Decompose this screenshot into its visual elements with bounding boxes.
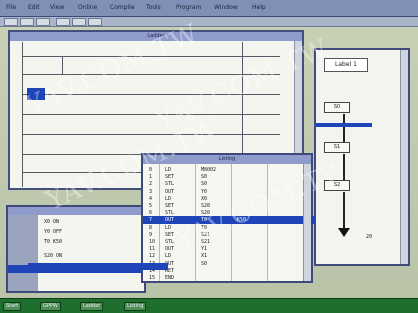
menu-file[interactable]: File (6, 2, 16, 14)
sfc-selection-bar (316, 123, 372, 127)
taskbar: Start GPPW Ladder Listing (0, 298, 418, 313)
monitor-window-title-bar (8, 207, 144, 215)
toolbar-button-copy[interactable] (72, 18, 86, 26)
monitor-window[interactable]: X0 ON Y0 OFF T0 K50 S20 ON (6, 205, 146, 293)
sfc-jump-arrow-icon (338, 228, 350, 237)
toolbar-button-cut[interactable] (56, 18, 70, 26)
sfc-jump-target: 20 (366, 234, 373, 240)
sfc-window[interactable]: Label 1 S0 S1 S2 20 (314, 48, 410, 266)
toolbar-button-open[interactable] (20, 18, 34, 26)
menu-view[interactable]: View (50, 2, 64, 14)
sfc-step-box[interactable]: S0 (324, 102, 350, 113)
sfc-step-box[interactable]: S1 (324, 142, 350, 153)
selection-bar (28, 263, 168, 270)
menu-window[interactable]: Window (214, 2, 238, 14)
start-button[interactable]: Start (3, 302, 22, 311)
menu-program[interactable]: Program (176, 2, 201, 14)
desktop-screen: File Edit View Online Compile Tools Prog… (0, 0, 418, 313)
toolbar-button-save[interactable] (36, 18, 50, 26)
menu-tools[interactable]: Tools (146, 2, 161, 14)
monitor-line: S20 ON (44, 253, 63, 259)
ladder-branch (62, 56, 63, 74)
toolbar-button-new[interactable] (4, 18, 18, 26)
menu-compile[interactable]: Compile (110, 2, 135, 14)
toolbar (0, 17, 418, 27)
table-cell: 15 (149, 275, 156, 281)
monitor-line: X0 ON (44, 219, 60, 225)
taskbar-item[interactable]: GPPW (40, 302, 61, 311)
menu-help[interactable]: Help (252, 2, 266, 14)
sfc-scrollbar[interactable] (400, 50, 408, 264)
table-row[interactable]: 15 END (145, 274, 305, 282)
sfc-transition-line (343, 192, 345, 228)
sfc-transition-line (343, 114, 345, 142)
menu-bar: File Edit View Online Compile Tools Prog… (0, 0, 418, 17)
taskbar-item[interactable]: Listing (124, 302, 147, 311)
taskbar-item[interactable]: Ladder (80, 302, 104, 311)
menu-online[interactable]: Online (78, 2, 97, 14)
menu-edit[interactable]: Edit (28, 2, 40, 14)
monitor-line: T0 K50 (44, 239, 63, 245)
toolbar-button-paste[interactable] (88, 18, 102, 26)
table-cell: END (165, 275, 175, 281)
monitor-side-panel (8, 215, 38, 291)
monitor-line: Y0 OFF (44, 229, 63, 235)
